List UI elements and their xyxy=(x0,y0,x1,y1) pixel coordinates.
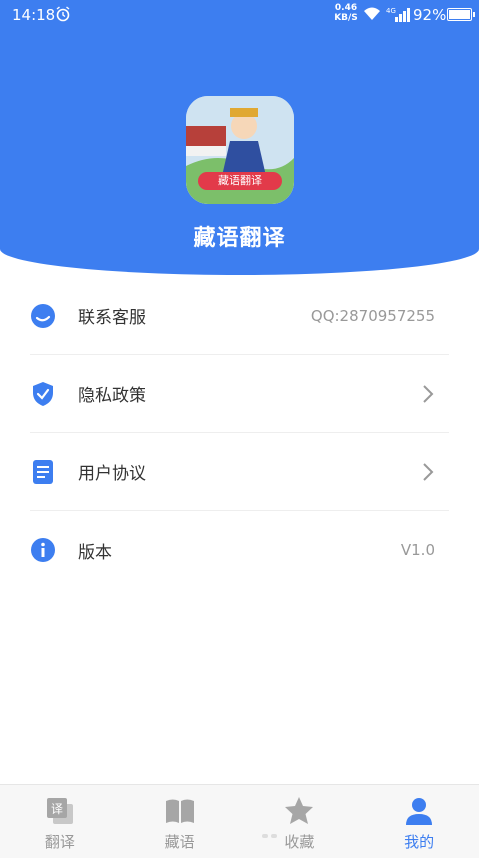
app-name: 藏语翻译 xyxy=(193,226,286,251)
profile-screen: 14:18 0.46 KB/S 4G 92% 藏语翻译 藏语翻译 联系客服 QQ… xyxy=(0,0,479,858)
book-icon xyxy=(164,795,196,827)
nav-label: 藏语 xyxy=(164,833,195,851)
battery-icon xyxy=(447,8,475,21)
signal-icon: 4G xyxy=(386,7,410,22)
nav-label: 收藏 xyxy=(284,833,315,851)
logo-badge: 藏语翻译 xyxy=(198,172,282,190)
customer-service-icon xyxy=(30,303,56,329)
nav-tab-mine[interactable]: 我的 xyxy=(359,785,479,858)
net-speed-value: 0.46 xyxy=(334,3,358,13)
nav-label: 翻译 xyxy=(44,833,75,851)
star-icon xyxy=(283,795,315,827)
version-value: V1.0 xyxy=(400,541,435,559)
menu-item-label: 联系客服 xyxy=(78,308,146,328)
svg-text:译: 译 xyxy=(51,802,63,816)
net-speed: 0.46 KB/S xyxy=(331,3,361,23)
shield-check-icon xyxy=(30,381,56,407)
user-icon xyxy=(403,795,435,827)
info-icon xyxy=(30,537,56,563)
nav-tab-translate[interactable]: 译 翻译 xyxy=(0,785,120,858)
document-icon xyxy=(30,459,56,485)
menu-item-label: 用户协议 xyxy=(78,464,146,484)
menu-item-user-agreement[interactable]: 用户协议 xyxy=(30,433,449,511)
bottom-nav: 译 翻译 藏语 收藏 我的 xyxy=(0,784,479,858)
menu-item-version: 版本 V1.0 xyxy=(30,511,449,589)
nav-tab-favorites[interactable]: 收藏 xyxy=(240,785,360,858)
chevron-right-icon xyxy=(423,462,434,481)
profile-header: 14:18 0.46 KB/S 4G 92% 藏语翻译 藏语翻译 xyxy=(0,0,479,275)
settings-menu: 联系客服 QQ:2870957255 隐私政策 用户协议 版本 V1.0 xyxy=(0,277,479,589)
battery-percent: 92% xyxy=(413,6,447,24)
wifi-icon xyxy=(364,7,380,20)
menu-item-label: 隐私政策 xyxy=(78,386,146,406)
status-bar: 14:18 0.46 KB/S 4G 92% xyxy=(0,0,479,30)
menu-item-label: 版本 xyxy=(78,542,112,563)
menu-item-customer-service[interactable]: 联系客服 QQ:2870957255 xyxy=(30,277,449,355)
nav-label: 我的 xyxy=(404,833,435,851)
app-logo: 藏语翻译 xyxy=(186,96,294,204)
svg-text:4G: 4G xyxy=(386,7,396,15)
translate-icon: 译 xyxy=(44,795,76,827)
alarm-icon xyxy=(56,6,70,22)
customer-service-qq: QQ:2870957255 xyxy=(310,306,435,325)
page-indicator-dots xyxy=(262,834,277,838)
status-time: 14:18 xyxy=(12,6,56,24)
menu-item-privacy-policy[interactable]: 隐私政策 xyxy=(30,355,449,433)
net-speed-unit: KB/S xyxy=(334,13,358,23)
chevron-right-icon xyxy=(423,384,434,403)
nav-tab-tibetan[interactable]: 藏语 xyxy=(120,785,240,858)
